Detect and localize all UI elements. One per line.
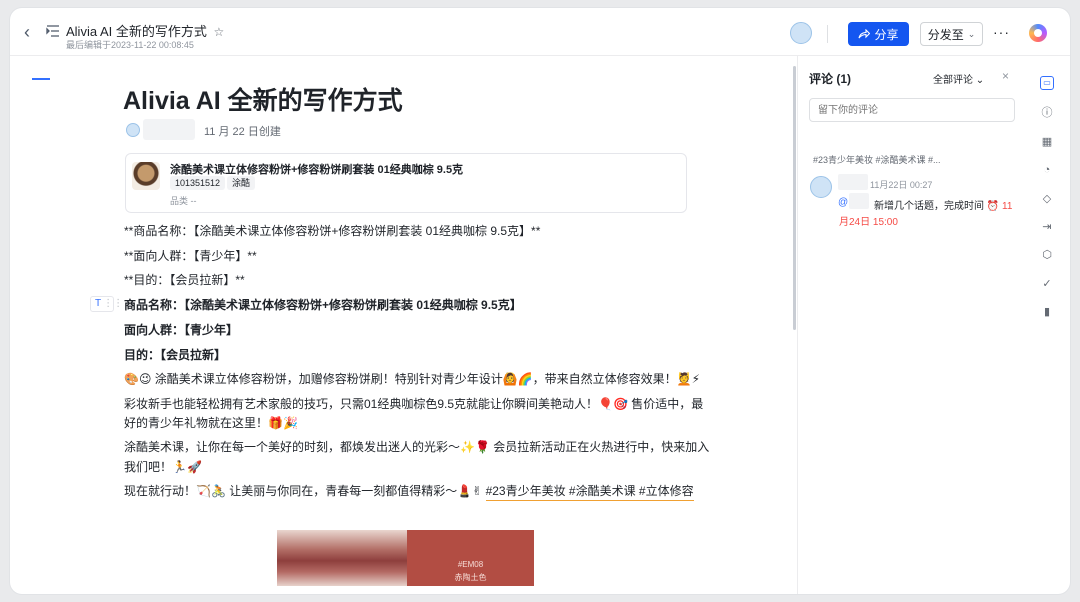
ai-icon[interactable]: ▦ bbox=[1040, 135, 1054, 149]
comment-input[interactable] bbox=[809, 98, 1015, 122]
product-image[interactable]: #EM08 赤陶土色 bbox=[277, 530, 534, 586]
share-icon bbox=[858, 29, 871, 39]
paragraph[interactable]: 涂酷美术课，让你在每一个美好的时刻，都焕发出迷人的光彩～✨🌹 会员拉新活动正在火… bbox=[124, 438, 709, 455]
product-title: 涂酷美术课立体修容粉饼+修容粉饼刷套装 01经典咖棕 9.5克 bbox=[170, 164, 464, 176]
due-reminder[interactable]: ⏰ 11 bbox=[987, 201, 1013, 212]
color-swatch: #EM08 赤陶土色 bbox=[407, 530, 534, 586]
chevron-left-icon[interactable]: ‹ bbox=[24, 22, 30, 43]
doc-title-text: Alivia AI 全新的写作方式 bbox=[66, 24, 207, 39]
chevron-down-icon: ⌄ bbox=[967, 28, 976, 39]
paragraph-with-hashtags[interactable]: 现在就行动！🏹🚴 让美丽与你同在，青春每一刻都值得精彩～💄✌ #23青少年美妆 … bbox=[124, 482, 694, 501]
comment-text: 新增几个话题，完成时间 ⏰ 11 bbox=[874, 197, 1012, 212]
paragraph[interactable]: **面向人群：【青少年】** bbox=[124, 247, 257, 264]
product-card[interactable]: 涂酷美术课立体修容粉饼+修容粉饼刷套装 01经典咖棕 9.5克 10135151… bbox=[125, 153, 687, 213]
product-category: 品类 -- bbox=[170, 196, 197, 206]
comment-quote[interactable]: #23青少年美妆 #涂酷美术课 #... bbox=[813, 153, 941, 166]
paragraph-bold[interactable]: 目的：【会员拉新】 bbox=[124, 346, 226, 363]
paragraph[interactable]: 🎨😉 涂酷美术课立体修容粉饼，加赠修容粉饼刷！特别针对青少年设计🙆🌈，带来自然立… bbox=[124, 370, 700, 387]
comment-icon[interactable]: ▭ bbox=[1040, 76, 1054, 90]
commenter-avatar[interactable] bbox=[810, 176, 832, 198]
avatar[interactable] bbox=[790, 22, 812, 44]
export-icon[interactable]: ⇥ bbox=[1040, 220, 1054, 234]
block-handle[interactable]: T ⋮⋮ bbox=[90, 296, 123, 312]
top-bar: ‹ Alivia AI 全新的写作方式 ☆ 最后编辑于2023-11-22 00… bbox=[10, 8, 1070, 56]
product-thumbnail bbox=[132, 162, 160, 190]
author-avatar[interactable] bbox=[126, 123, 140, 137]
comments-filter-dropdown[interactable]: 全部评论 ⌄ bbox=[933, 71, 984, 86]
close-icon[interactable]: × bbox=[1002, 69, 1009, 83]
mention-name-redacted bbox=[849, 193, 869, 209]
product-id-tag: 101351512 bbox=[170, 176, 226, 190]
paragraph-bold[interactable]: 面向人群：【青少年】 bbox=[124, 321, 238, 338]
history-icon[interactable]: ◔ bbox=[1040, 163, 1054, 177]
app-logo-icon[interactable] bbox=[1029, 24, 1047, 42]
paragraph[interactable]: 好的青少年礼物就在这里！🎁🎉 bbox=[124, 414, 298, 431]
tag-icon[interactable]: ◇ bbox=[1040, 192, 1054, 206]
comments-panel: 评论 (1) 全部评论 ⌄ × #23青少年美妆 #涂酷美术课 #... 11月… bbox=[797, 56, 1026, 594]
scrollbar[interactable] bbox=[793, 66, 796, 330]
plugin-icon[interactable]: ⬡ bbox=[1040, 248, 1054, 262]
share-button[interactable]: 分享 bbox=[848, 22, 909, 46]
comments-title: 评论 (1) bbox=[809, 72, 852, 86]
more-icon[interactable]: ··· bbox=[993, 24, 1010, 40]
info-icon[interactable]: ⓘ bbox=[1040, 106, 1054, 120]
due-date: 月24日 15:00 bbox=[839, 217, 898, 228]
commenter-name-redacted bbox=[838, 174, 868, 190]
send-to-button[interactable]: 分发至 ⌄ bbox=[920, 22, 983, 46]
mention-symbol[interactable]: @ bbox=[838, 197, 848, 208]
created-date: 11 月 22 日创建 bbox=[204, 126, 281, 138]
hashtags-commented[interactable]: #23青少年美妆 #涂酷美术课 #立体修容 bbox=[485, 484, 694, 501]
paragraph-text: 现在就行动！🏹🚴 让美丽与你同在，青春每一刻都值得精彩～💄✌ bbox=[124, 484, 483, 498]
drag-handle-icon[interactable]: ⋮⋮ bbox=[103, 298, 123, 309]
share-label: 分享 bbox=[874, 27, 899, 42]
right-toolbar: ▭ ⓘ ▦ ◔ ◇ ⇥ ⬡ ✓ ▮ bbox=[1026, 56, 1070, 594]
paragraph-bold[interactable]: 商品名称：【涂酷美术课立体修容粉饼+修容粉饼刷套装 01经典咖棕 9.5克】 bbox=[124, 296, 522, 313]
swatch-name: 赤陶土色 bbox=[454, 573, 487, 582]
lips-photo bbox=[277, 530, 407, 586]
author-name-redacted bbox=[143, 119, 195, 140]
brand-tag: 涂酷 bbox=[227, 176, 256, 190]
paragraph[interactable]: 彩妆新手也能轻松拥有艺术家般的技巧，只需01经典咖棕色9.5克就能让你瞬间美艳动… bbox=[124, 395, 703, 412]
app-window: ‹ Alivia AI 全新的写作方式 ☆ 最后编辑于2023-11-22 00… bbox=[10, 8, 1070, 594]
paragraph[interactable]: **目的：【会员拉新】** bbox=[124, 271, 245, 288]
comment-body: 新增几个话题，完成时间 bbox=[874, 201, 984, 212]
stats-icon[interactable]: ▮ bbox=[1040, 305, 1054, 319]
star-icon[interactable]: ☆ bbox=[213, 25, 224, 39]
divider bbox=[827, 25, 828, 43]
task-icon[interactable]: ✓ bbox=[1040, 277, 1054, 291]
paragraph[interactable]: **商品名称：【涂酷美术课立体修容粉饼+修容粉饼刷套装 01经典咖棕 9.5克】… bbox=[124, 222, 540, 239]
swatch-code: #EM08 bbox=[457, 560, 484, 569]
last-edited: 最后编辑于2023-11-22 00:08:45 bbox=[66, 40, 194, 50]
outline-icon[interactable] bbox=[46, 25, 60, 37]
paragraph[interactable]: 我们吧！🏃🚀 bbox=[124, 458, 202, 475]
comment-time: 11月22日 00:27 bbox=[870, 180, 933, 190]
page-title: Alivia AI 全新的写作方式 bbox=[123, 87, 403, 115]
outline-marker bbox=[32, 78, 50, 80]
send-to-label: 分发至 bbox=[927, 27, 964, 42]
text-block-icon: T bbox=[95, 298, 102, 309]
